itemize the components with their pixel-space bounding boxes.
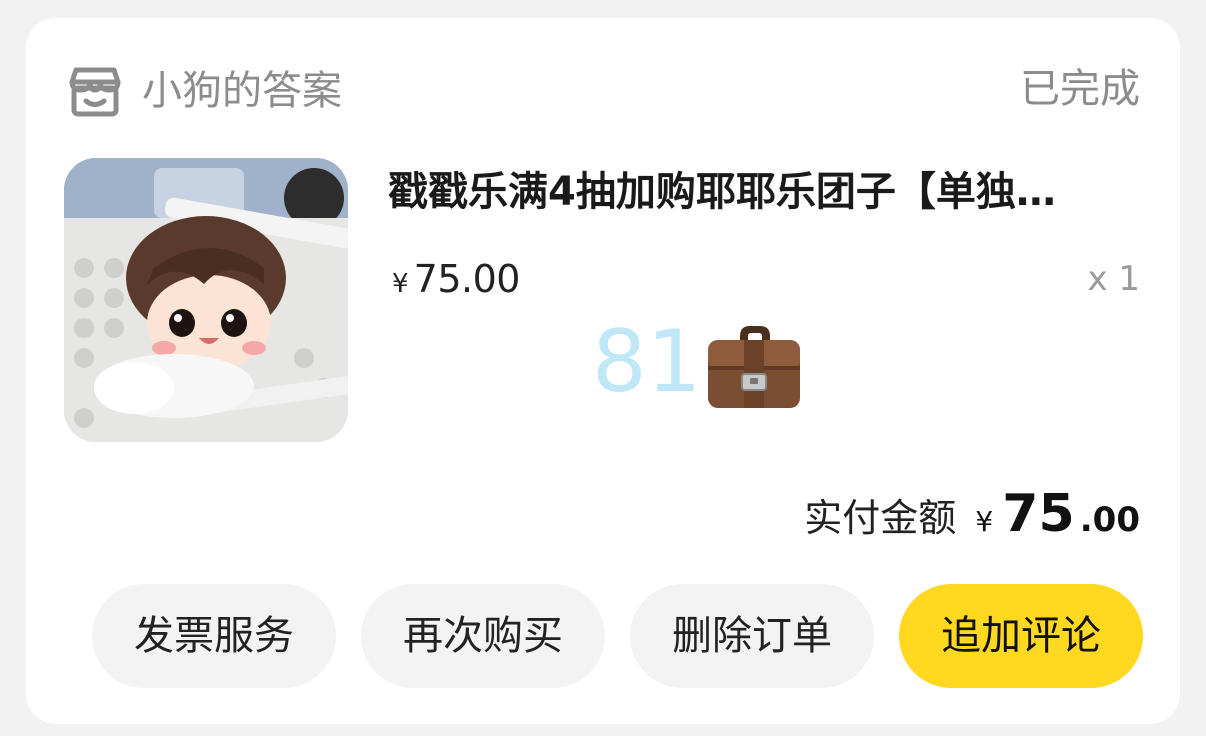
- product-image[interactable]: [64, 158, 348, 442]
- shop-name[interactable]: 小狗的答案: [142, 66, 342, 116]
- briefcase-icon: [704, 322, 804, 412]
- total-paid: 实付金额 ¥ 75 .00: [804, 484, 1140, 544]
- delete-order-button[interactable]: 删除订单: [630, 584, 874, 688]
- store-icon[interactable]: [66, 64, 124, 118]
- price-currency: ¥: [392, 269, 409, 299]
- invoice-service-button[interactable]: 发票服务: [92, 584, 336, 688]
- total-currency: ¥: [975, 505, 994, 538]
- order-card[interactable]: 小狗的答案 已完成 戳戳乐满4抽加购耶耶乐团子【单独… ¥ 75.00 x 1 …: [26, 18, 1180, 724]
- add-review-button[interactable]: 追加评论: [899, 584, 1143, 688]
- order-actions: 发票服务 再次购买 删除订单 追加评论: [92, 584, 1143, 688]
- order-header: 小狗的答案 已完成: [66, 60, 1140, 120]
- total-integer: 75: [1002, 484, 1075, 544]
- overlay-badge: 81: [592, 314, 812, 414]
- product-title[interactable]: 戳戳乐满4抽加购耶耶乐团子【单独…: [388, 166, 1138, 218]
- overlay-number: 81: [592, 312, 702, 412]
- product-quantity: x 1: [1087, 259, 1140, 299]
- price-value: 75.00: [413, 257, 521, 301]
- total-label: 实付金额: [804, 496, 957, 540]
- total-decimal: .00: [1079, 500, 1140, 540]
- order-status: 已完成: [1020, 66, 1140, 112]
- product-price: ¥ 75.00: [392, 254, 520, 304]
- buy-again-button[interactable]: 再次购买: [361, 584, 605, 688]
